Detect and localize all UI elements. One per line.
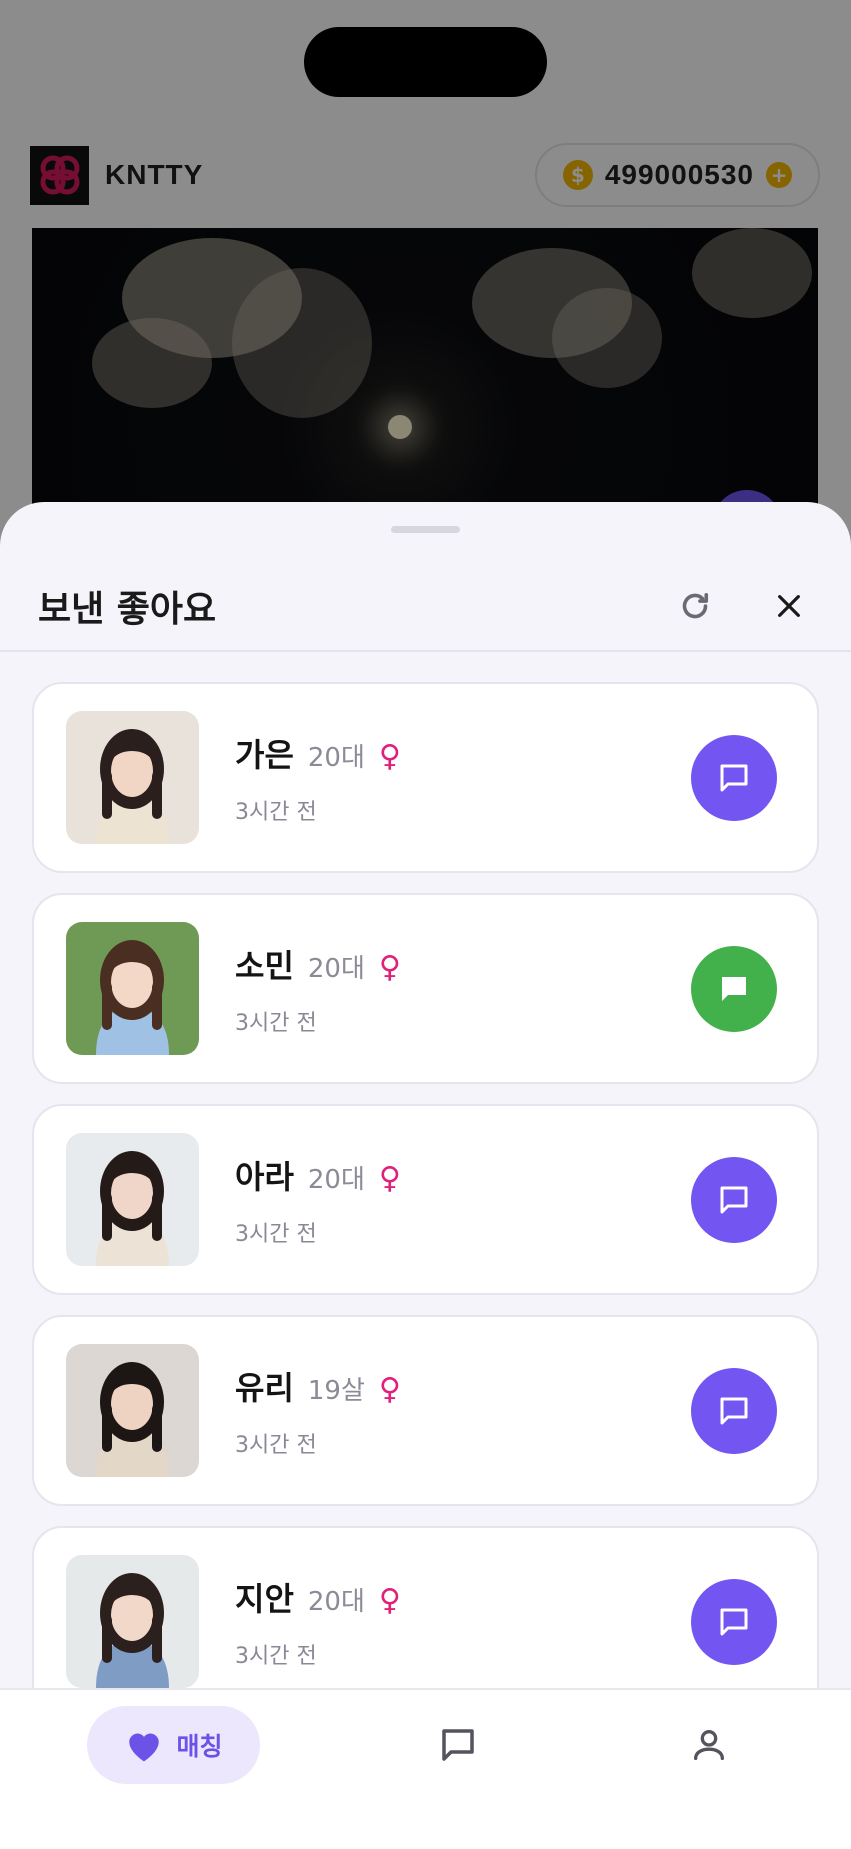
- like-card[interactable]: 소민 20대 ♀ 3시간 전: [32, 893, 819, 1084]
- profile-photo[interactable]: [66, 1555, 199, 1688]
- sent-time: 3시간 전: [235, 799, 317, 825]
- chat-bubble-icon: [722, 976, 746, 1001]
- name-row: 소민 20대 ♀: [235, 941, 691, 987]
- user-age: 20대: [307, 1586, 365, 1617]
- name-row: 지안 20대 ♀: [235, 1574, 691, 1620]
- name-row: 아라 20대 ♀: [235, 1152, 691, 1198]
- sent-likes-list: 가은 20대 ♀ 3시간 전 소민 20대 ♀ 3시간 전 아라 20대 ♀ 3시간 전 유리 19살 ♀ 3…: [32, 682, 819, 1737]
- female-icon: ♀: [378, 738, 401, 774]
- like-card[interactable]: 유리 19살 ♀ 3시간 전: [32, 1315, 819, 1506]
- sheet-header: 보낸 좋아요: [0, 562, 851, 652]
- nav-tab-chat[interactable]: [433, 1720, 483, 1770]
- chat-bubble-icon: [720, 1397, 748, 1424]
- header-actions: [671, 582, 813, 630]
- profile-photo[interactable]: [66, 922, 199, 1055]
- sheet-title: 보낸 좋아요: [38, 589, 217, 630]
- profile-photo[interactable]: [66, 1344, 199, 1477]
- user-name: 가은: [235, 735, 294, 774]
- sheet-drag-handle[interactable]: [391, 526, 460, 533]
- sent-time: 3시간 전: [235, 1010, 317, 1036]
- female-icon: ♀: [378, 1371, 401, 1407]
- sent-likes-sheet: 보낸 좋아요 가은 20대 ♀ 3시간 전 소민 20대 ♀ 3시간 전 아라 20대 ♀ 3시간 전…: [0, 502, 851, 1849]
- heart-icon: [129, 1733, 160, 1762]
- like-info: 가은 20대 ♀ 3시간 전: [235, 730, 691, 826]
- user-name: 지안: [235, 1579, 294, 1618]
- close-icon: [778, 595, 800, 617]
- name-row: 유리 19살 ♀: [235, 1363, 691, 1409]
- chat-bubble-icon: [720, 1608, 748, 1635]
- person-icon: [694, 1730, 724, 1760]
- like-info: 유리 19살 ♀ 3시간 전: [235, 1363, 691, 1459]
- user-name: 아라: [235, 1157, 294, 1196]
- like-info: 아라 20대 ♀ 3시간 전: [235, 1152, 691, 1248]
- chat-bubble-icon: [720, 764, 748, 791]
- sent-time: 3시간 전: [235, 1643, 317, 1669]
- sent-time: 3시간 전: [235, 1221, 317, 1247]
- like-info: 소민 20대 ♀ 3시간 전: [235, 941, 691, 1037]
- user-age: 20대: [307, 953, 365, 984]
- user-age: 20대: [307, 742, 365, 773]
- start-chat-button[interactable]: [691, 1367, 777, 1454]
- female-icon: ♀: [378, 1582, 401, 1618]
- female-icon: ♀: [378, 949, 401, 985]
- name-row: 가은 20대 ♀: [235, 730, 691, 776]
- nav-tab-matching-label: 매칭: [176, 1732, 223, 1761]
- profile-photo[interactable]: [66, 1133, 199, 1266]
- close-button[interactable]: [765, 582, 813, 630]
- nav-tab-matching[interactable]: 매칭: [87, 1706, 260, 1784]
- user-name: 소민: [235, 946, 294, 985]
- nav-tab-profile[interactable]: [684, 1720, 734, 1770]
- female-icon: ♀: [378, 1160, 401, 1196]
- profile-photo[interactable]: [66, 711, 199, 844]
- user-age: 19살: [307, 1375, 365, 1406]
- like-card[interactable]: 가은 20대 ♀ 3시간 전: [32, 682, 819, 873]
- start-chat-button[interactable]: [691, 945, 777, 1032]
- start-chat-button[interactable]: [691, 1156, 777, 1243]
- bottom-navigation: 매칭: [0, 1688, 851, 1849]
- chat-bubble-icon: [720, 1186, 748, 1213]
- start-chat-button[interactable]: [691, 1578, 777, 1665]
- like-info: 지안 20대 ♀ 3시간 전: [235, 1574, 691, 1670]
- user-name: 유리: [235, 1368, 294, 1407]
- refresh-icon: [682, 592, 709, 619]
- like-card[interactable]: 아라 20대 ♀ 3시간 전: [32, 1104, 819, 1295]
- user-age: 20대: [307, 1164, 365, 1195]
- start-chat-button[interactable]: [691, 734, 777, 821]
- refresh-button[interactable]: [671, 582, 719, 630]
- chat-bubble-icon: [442, 1729, 474, 1761]
- sent-time: 3시간 전: [235, 1432, 317, 1458]
